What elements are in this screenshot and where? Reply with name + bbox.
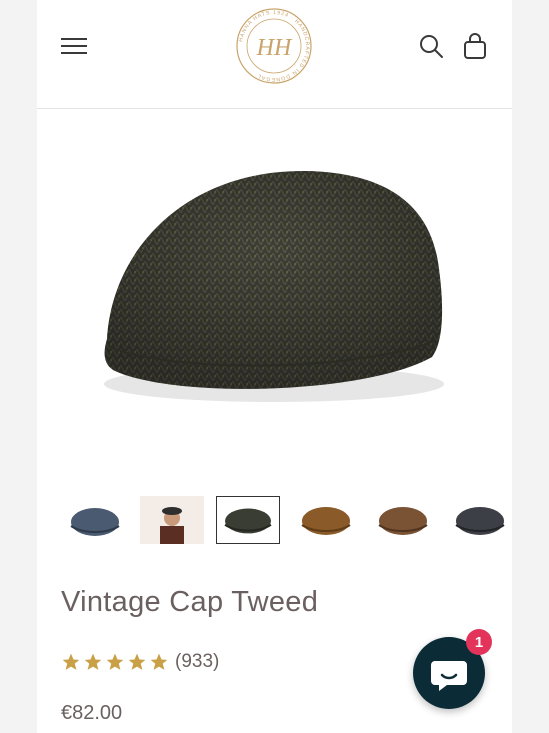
star-icon — [150, 653, 168, 670]
shopping-bag-icon[interactable] — [462, 32, 488, 60]
star-icon — [128, 653, 146, 670]
search-icon[interactable] — [418, 33, 444, 59]
logo-monogram: HH — [256, 35, 293, 61]
site-header: HANNA HATS 1924 · HANDCRAFTED IN DONEGAL… — [37, 0, 512, 109]
page: HANNA HATS 1924 · HANDCRAFTED IN DONEGAL… — [37, 0, 512, 733]
star-icon — [84, 653, 102, 670]
product-main-image[interactable] — [37, 109, 512, 484]
thumbnail-dark-green-cap[interactable] — [216, 496, 280, 544]
thumbnail-brown-cap[interactable] — [294, 496, 358, 544]
product-price: €82.00 — [61, 702, 123, 724]
thumbnail-strip — [37, 492, 512, 550]
thumbnail-charcoal-cap[interactable] — [448, 496, 512, 544]
review-count[interactable]: (933) — [175, 651, 219, 673]
hamburger-menu-icon[interactable] — [61, 34, 89, 58]
star-icon — [62, 653, 80, 670]
brand-logo[interactable]: HANNA HATS 1924 · HANDCRAFTED IN DONEGAL… — [234, 6, 314, 86]
thumbnail-navy-cap[interactable] — [63, 496, 127, 544]
product-rating[interactable]: (933) — [61, 651, 219, 673]
star-rating — [61, 652, 169, 672]
product-title: Vintage Cap Tweed — [61, 586, 319, 618]
thumbnail-chestnut-cap[interactable] — [371, 496, 435, 544]
thumbnail-model[interactable] — [140, 496, 204, 544]
star-icon — [106, 653, 124, 670]
chat-notification-badge: 1 — [466, 629, 492, 655]
